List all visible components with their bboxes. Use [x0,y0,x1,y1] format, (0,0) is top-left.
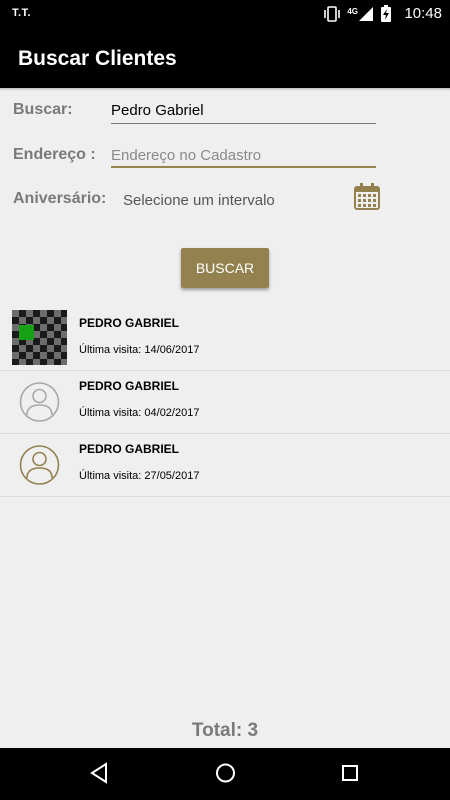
recents-icon[interactable] [341,762,359,784]
search-input[interactable]: Pedro Gabriel [111,102,204,119]
buscar-label: Buscar: [13,101,73,118]
total-count: Total: 3 [191,720,259,741]
network-type-label: 4G [347,6,358,16]
client-name: PEDRO GABRIEL [79,316,180,330]
search-input-underline [111,123,376,124]
navigation-bar [0,748,450,800]
list-item[interactable]: PEDRO GABRIEL Última visita: 27/05/2017 [0,434,450,497]
client-name: PEDRO GABRIEL [79,442,180,456]
search-button[interactable]: BUSCAR [181,248,269,288]
last-visit: Última visita: 14/06/2017 [79,344,200,356]
list-item[interactable]: PEDRO GABRIEL Última visita: 04/02/2017 [0,371,450,434]
address-input[interactable]: Endereço no Cadastro [111,147,261,164]
client-name: PEDRO GABRIEL [79,379,180,393]
app-bar: Buscar Clientes [0,28,450,91]
client-photo [12,310,67,365]
status-bar: T.T. 4G 10:48 [0,0,450,28]
status-icons: 4G [323,5,392,23]
client-list: PEDRO GABRIEL Última visita: 14/06/2017 … [0,308,450,497]
home-icon[interactable] [215,762,236,784]
person-icon [19,445,60,485]
list-item[interactable]: PEDRO GABRIEL Última visita: 14/06/2017 [0,308,450,371]
battery-charging-icon [381,5,391,22]
back-icon[interactable] [89,762,109,784]
carrier-label: T.T. [12,7,32,19]
last-visit: Última visita: 27/05/2017 [79,470,200,482]
aniversario-label: Aniversário: [13,190,107,207]
endereco-label: Endereço : [13,146,96,163]
calendar-icon[interactable] [354,183,380,210]
signal-icon [359,7,373,21]
person-icon [19,382,60,422]
app-bar-shadow [0,88,450,91]
birthday-range-input[interactable]: Selecione um intervalo [123,192,275,209]
clock: 10:48 [404,5,442,22]
address-input-underline [111,166,376,168]
last-visit: Última visita: 04/02/2017 [79,407,200,419]
page-title: Buscar Clientes [18,47,177,70]
vibrate-icon [324,6,341,22]
